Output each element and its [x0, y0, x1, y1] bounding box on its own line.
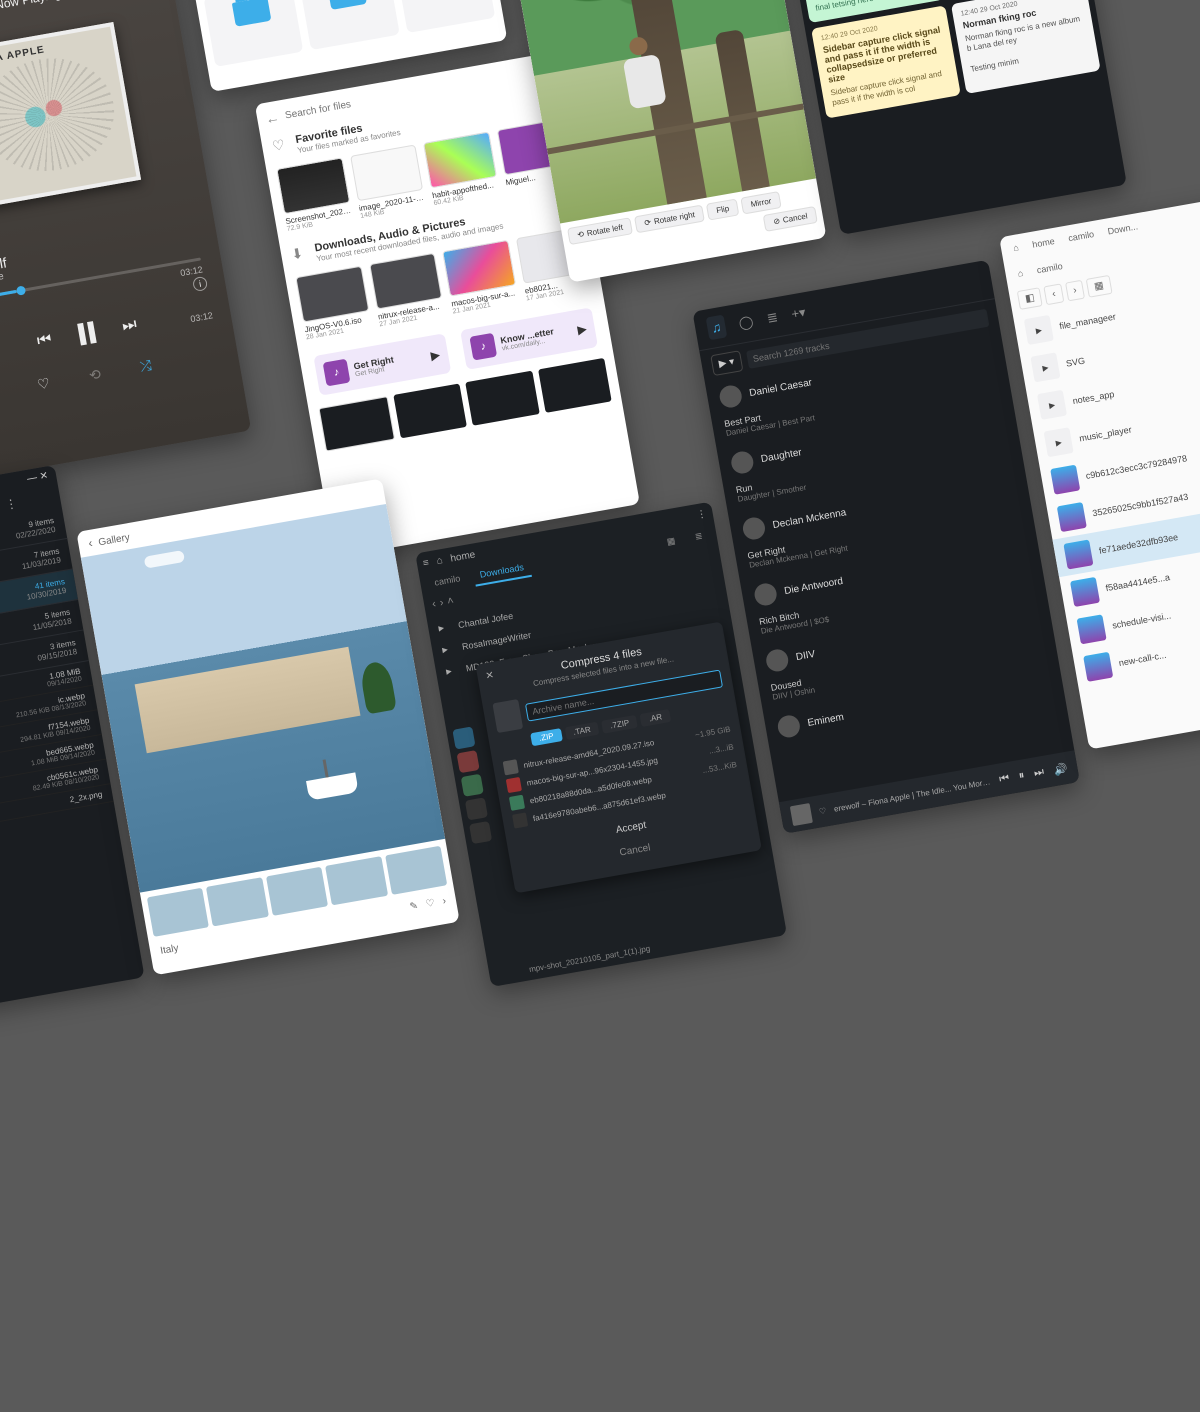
mirror-button[interactable]: Mirror	[740, 191, 781, 214]
sidebar-tile[interactable]	[469, 821, 492, 844]
play-icon[interactable]: ▶	[430, 347, 442, 362]
repeat-icon[interactable]: ⟲	[88, 366, 103, 385]
next-icon[interactable]: ⏭	[121, 316, 138, 336]
more-icon[interactable]: ⋮	[4, 496, 18, 512]
flip-button[interactable]: Flip	[706, 198, 739, 220]
album-art: FIONA APPLE	[0, 22, 141, 207]
cancel-button[interactable]: ⊘ Cancel	[763, 206, 818, 232]
archive-icon	[492, 699, 523, 733]
format-tar[interactable]: .TAR	[564, 722, 599, 741]
note-card[interactable]: 12:40 29 Oct 2020Norman fking rocNorman …	[951, 0, 1101, 94]
heart-icon[interactable]: ♡	[425, 898, 436, 910]
file-tile[interactable]: JingOS-V0.6.iso28 Jan 2021	[295, 266, 372, 342]
info-icon[interactable]: i	[192, 276, 208, 292]
up-icon[interactable]: ˄	[446, 595, 454, 608]
format-7zip[interactable]: .7ZIP	[601, 715, 638, 734]
home-icon[interactable]: ⌂	[1013, 265, 1029, 281]
file-manager-dark-window: ≡ ⌂ home ⋮ camilo Downloads ▦ ≣ ‹›˄ ▸Cha…	[415, 502, 787, 987]
now-playing-bar: ♡ erewolf – Fiona Apple | The Idle... Yo…	[779, 750, 1080, 834]
thumb[interactable]	[465, 371, 539, 426]
back-icon[interactable]: ‹	[431, 598, 437, 610]
folder[interactable]	[299, 0, 399, 50]
file-tile[interactable]: nitrux-release-a...27 Jan 2021	[369, 253, 446, 329]
file-tile[interactable]: habit-appofthed...60.42 KiB	[423, 132, 500, 208]
rotate-right-button[interactable]: ⟳ Rotate right	[634, 205, 705, 234]
sidebar-tile[interactable]	[465, 797, 488, 820]
menu-icon[interactable]: ≡	[422, 558, 430, 570]
music-icon[interactable]: ♫	[706, 315, 727, 341]
back-icon[interactable]: ‹	[87, 536, 93, 550]
thumb[interactable]	[266, 867, 328, 916]
folder[interactable]	[395, 0, 495, 33]
download-icon: ⬇	[290, 244, 309, 264]
pause-icon[interactable]: ⏸	[1018, 769, 1026, 783]
next-icon[interactable]: ⏭	[1033, 765, 1045, 780]
note-card[interactable]: 12:40 29 Oct 2020Sidebar capture click s…	[811, 5, 961, 118]
thumb[interactable]	[318, 396, 394, 451]
gallery-window: ‹Gallery Italy ✎ ♡ ›	[76, 478, 459, 975]
sidebar-tile[interactable]	[461, 774, 484, 797]
rotate-left-button[interactable]: ⟲ Rotate left	[567, 217, 633, 245]
heart-icon: ♡	[271, 136, 290, 156]
thumb[interactable]	[393, 383, 467, 438]
back-icon[interactable]: ←	[264, 109, 281, 127]
home-icon[interactable]: ⌂	[436, 555, 444, 567]
file-tile[interactable]: Screenshot_2020...72.9 KiB	[276, 157, 353, 233]
prev-icon[interactable]: ⏮	[998, 772, 1010, 787]
edit-icon[interactable]: ✎	[409, 901, 419, 913]
add-icon[interactable]: +▾	[790, 304, 807, 322]
thumb[interactable]	[385, 846, 447, 895]
thumb[interactable]	[325, 856, 387, 905]
close-icon[interactable]: ✕	[485, 670, 495, 682]
fwd-icon[interactable]: ›	[439, 597, 445, 609]
prev-icon[interactable]: ⏮	[36, 331, 53, 351]
volume-icon[interactable]: 🔊	[1053, 761, 1069, 776]
thumb[interactable]	[147, 888, 209, 937]
grid-icon[interactable]: ▦	[1086, 275, 1112, 298]
file-item[interactable]: mpv-shot_20210105_part_1(1).jpg	[528, 944, 650, 974]
sidebar-toggle[interactable]: ◧	[1017, 287, 1043, 310]
sidebar-tile[interactable]	[457, 750, 480, 773]
albums-icon[interactable]: ◯	[737, 313, 754, 331]
mini-album-art	[790, 803, 813, 826]
back-icon[interactable]: ‹	[1044, 283, 1064, 305]
more-icon[interactable]: ⋮	[696, 509, 708, 522]
heart-icon[interactable]: ♡	[36, 375, 51, 394]
sidebar-tile[interactable]	[452, 726, 475, 749]
thumb[interactable]	[538, 358, 612, 413]
heart-icon[interactable]: ♡	[818, 806, 827, 816]
format-zip[interactable]: .ZIP	[530, 728, 562, 746]
thumb[interactable]	[206, 877, 268, 926]
grid-icon[interactable]: ▦	[659, 530, 683, 553]
compress-dialog: ✕ Compress 4 files Compress selected fil…	[475, 621, 761, 893]
photo	[81, 504, 445, 893]
play-all-button[interactable]: ▶ ▾	[710, 350, 743, 376]
pause-button[interactable]	[71, 317, 103, 349]
list-icon[interactable]: ≣	[688, 526, 711, 549]
format-ar[interactable]: .AR	[640, 709, 671, 727]
music-icon: ♪	[469, 333, 497, 361]
home-icon[interactable]: ⌂	[1008, 240, 1024, 256]
play-icon[interactable]: ▶	[576, 322, 588, 337]
file-tile[interactable]: image_2020-11-2...148 KiB	[350, 144, 427, 220]
folder[interactable]	[203, 0, 303, 67]
shuffle-icon[interactable]: ⤮	[139, 357, 153, 376]
music-icon: ♪	[323, 359, 351, 387]
file-tile[interactable]: macos-big-sur-a...21 Jan 2021	[442, 240, 519, 316]
fwd-icon[interactable]: ›	[1065, 280, 1085, 302]
next-icon[interactable]: ›	[442, 896, 447, 907]
list-icon[interactable]: ≣	[766, 309, 780, 327]
location-label: Italy	[159, 943, 179, 957]
